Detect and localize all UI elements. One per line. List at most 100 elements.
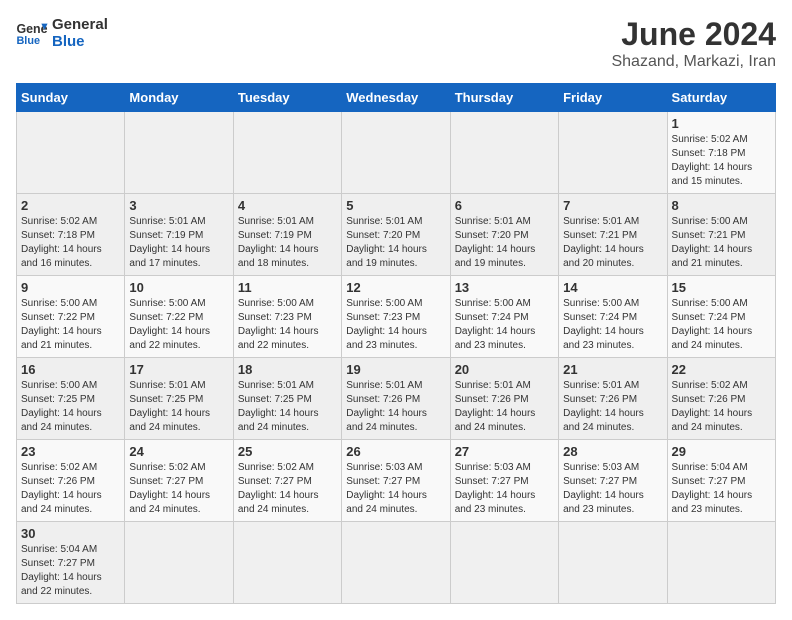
calendar-cell: 14 Sunrise: 5:00 AM Sunset: 7:24 PM Dayli… [559,276,667,358]
day-number: 27 [455,444,554,459]
day-number: 12 [346,280,445,295]
logo-general: General [52,16,108,33]
calendar-week: 30 Sunrise: 5:04 AM Sunset: 7:27 PM Dayli… [17,522,776,604]
calendar-cell: 9 Sunrise: 5:00 AM Sunset: 7:22 PM Daylig… [17,276,125,358]
calendar-cell: 4Sunrise: 5:01 AM Sunset: 7:19 PM Daylig… [233,194,341,276]
day-number: 19 [346,362,445,377]
logo-icon: General Blue [16,19,48,47]
calendar-cell: 3 Sunrise: 5:01 AM Sunset: 7:19 PM Daylig… [125,194,233,276]
calendar-cell: 7 Sunrise: 5:01 AM Sunset: 7:21 PM Daylig… [559,194,667,276]
calendar-title: June 2024 [611,16,776,53]
calendar-week: 16 Sunrise: 5:00 AM Sunset: 7:25 PM Dayli… [17,358,776,440]
day-info: Sunrise: 5:03 AM Sunset: 7:27 PM Dayligh… [346,461,445,517]
day-info: Sunrise: 5:04 AM Sunset: 7:27 PM Dayligh… [21,543,120,599]
weekday-header: Thursday [450,84,558,112]
calendar-cell: 15 Sunrise: 5:00 AM Sunset: 7:24 PM Dayli… [667,276,775,358]
day-info: Sunrise: 5:00 AM Sunset: 7:23 PM Dayligh… [238,297,337,353]
calendar-week: 2Sunrise: 5:02 AM Sunset: 7:18 PM Daylig… [17,194,776,276]
calendar-cell: 8Sunrise: 5:00 AM Sunset: 7:21 PM Daylig… [667,194,775,276]
calendar-cell: 20Sunrise: 5:01 AM Sunset: 7:26 PM Dayli… [450,358,558,440]
calendar-cell: 30 Sunrise: 5:04 AM Sunset: 7:27 PM Dayli… [17,522,125,604]
calendar-cell [17,112,125,194]
day-number: 20 [455,362,554,377]
calendar-cell: 18Sunrise: 5:01 AM Sunset: 7:25 PM Dayli… [233,358,341,440]
svg-text:Blue: Blue [16,35,40,47]
day-number: 29 [672,444,771,459]
calendar-cell: 5 Sunrise: 5:01 AM Sunset: 7:20 PM Daylig… [342,194,450,276]
day-number: 9 [21,280,120,295]
day-number: 1 [672,116,771,131]
day-info: Sunrise: 5:00 AM Sunset: 7:24 PM Dayligh… [563,297,662,353]
day-number: 4 [238,198,337,213]
calendar-cell: 21Sunrise: 5:01 AM Sunset: 7:26 PM Dayli… [559,358,667,440]
calendar-table: SundayMondayTuesdayWednesdayThursdayFrid… [16,83,776,604]
day-info: Sunrise: 5:02 AM Sunset: 7:26 PM Dayligh… [21,461,120,517]
day-info: Sunrise: 5:00 AM Sunset: 7:25 PM Dayligh… [21,379,120,435]
day-number: 24 [129,444,228,459]
calendar-cell: 13 Sunrise: 5:00 AM Sunset: 7:24 PM Dayli… [450,276,558,358]
day-info: Sunrise: 5:01 AM Sunset: 7:20 PM Dayligh… [346,215,445,271]
day-number: 3 [129,198,228,213]
logo-blue: Blue [52,33,108,50]
day-info: Sunrise: 5:00 AM Sunset: 7:22 PM Dayligh… [21,297,120,353]
calendar-cell: 1Sunrise: 5:02 AM Sunset: 7:18 PM Daylig… [667,112,775,194]
calendar-cell [450,522,558,604]
day-number: 16 [21,362,120,377]
calendar-cell [559,522,667,604]
day-info: Sunrise: 5:01 AM Sunset: 7:21 PM Dayligh… [563,215,662,271]
calendar-cell: 6 Sunrise: 5:01 AM Sunset: 7:20 PM Daylig… [450,194,558,276]
day-number: 25 [238,444,337,459]
day-number: 11 [238,280,337,295]
day-number: 6 [455,198,554,213]
calendar-week: 9 Sunrise: 5:00 AM Sunset: 7:22 PM Daylig… [17,276,776,358]
weekday-header: Saturday [667,84,775,112]
calendar-cell [125,522,233,604]
calendar-cell: 29 Sunrise: 5:04 AM Sunset: 7:27 PM Dayli… [667,440,775,522]
calendar-cell: 10 Sunrise: 5:00 AM Sunset: 7:22 PM Dayli… [125,276,233,358]
day-number: 5 [346,198,445,213]
day-number: 23 [21,444,120,459]
calendar-cell [450,112,558,194]
day-info: Sunrise: 5:00 AM Sunset: 7:22 PM Dayligh… [129,297,228,353]
calendar-week: 1Sunrise: 5:02 AM Sunset: 7:18 PM Daylig… [17,112,776,194]
calendar-cell [125,112,233,194]
calendar-cell: 19Sunrise: 5:01 AM Sunset: 7:26 PM Dayli… [342,358,450,440]
day-info: Sunrise: 5:01 AM Sunset: 7:26 PM Dayligh… [563,379,662,435]
calendar-cell: 27 Sunrise: 5:03 AM Sunset: 7:27 PM Dayli… [450,440,558,522]
day-number: 13 [455,280,554,295]
logo: General Blue General Blue [16,16,108,50]
calendar-cell: 22Sunrise: 5:02 AM Sunset: 7:26 PM Dayli… [667,358,775,440]
day-info: Sunrise: 5:04 AM Sunset: 7:27 PM Dayligh… [672,461,771,517]
calendar-subtitle: Shazand, Markazi, Iran [611,53,776,71]
day-number: 30 [21,526,120,541]
day-info: Sunrise: 5:00 AM Sunset: 7:21 PM Dayligh… [672,215,771,271]
day-info: Sunrise: 5:00 AM Sunset: 7:24 PM Dayligh… [672,297,771,353]
day-info: Sunrise: 5:01 AM Sunset: 7:20 PM Dayligh… [455,215,554,271]
weekday-header: Monday [125,84,233,112]
calendar-cell [667,522,775,604]
day-number: 15 [672,280,771,295]
calendar-cell: 2Sunrise: 5:02 AM Sunset: 7:18 PM Daylig… [17,194,125,276]
day-info: Sunrise: 5:00 AM Sunset: 7:24 PM Dayligh… [455,297,554,353]
day-number: 28 [563,444,662,459]
calendar-header: SundayMondayTuesdayWednesdayThursdayFrid… [17,84,776,112]
day-number: 14 [563,280,662,295]
weekday-header: Sunday [17,84,125,112]
day-info: Sunrise: 5:03 AM Sunset: 7:27 PM Dayligh… [455,461,554,517]
weekday-header: Tuesday [233,84,341,112]
day-info: Sunrise: 5:02 AM Sunset: 7:27 PM Dayligh… [129,461,228,517]
calendar-cell: 12Sunrise: 5:00 AM Sunset: 7:23 PM Dayli… [342,276,450,358]
calendar-cell: 25 Sunrise: 5:02 AM Sunset: 7:27 PM Dayli… [233,440,341,522]
day-info: Sunrise: 5:03 AM Sunset: 7:27 PM Dayligh… [563,461,662,517]
calendar-cell: 24 Sunrise: 5:02 AM Sunset: 7:27 PM Dayli… [125,440,233,522]
calendar-cell: 16 Sunrise: 5:00 AM Sunset: 7:25 PM Dayli… [17,358,125,440]
day-number: 18 [238,362,337,377]
calendar-cell [559,112,667,194]
day-info: Sunrise: 5:02 AM Sunset: 7:27 PM Dayligh… [238,461,337,517]
day-info: Sunrise: 5:01 AM Sunset: 7:19 PM Dayligh… [129,215,228,271]
day-number: 7 [563,198,662,213]
calendar-cell: 28 Sunrise: 5:03 AM Sunset: 7:27 PM Dayli… [559,440,667,522]
calendar-cell: 26Sunrise: 5:03 AM Sunset: 7:27 PM Dayli… [342,440,450,522]
weekday-header: Friday [559,84,667,112]
day-number: 10 [129,280,228,295]
